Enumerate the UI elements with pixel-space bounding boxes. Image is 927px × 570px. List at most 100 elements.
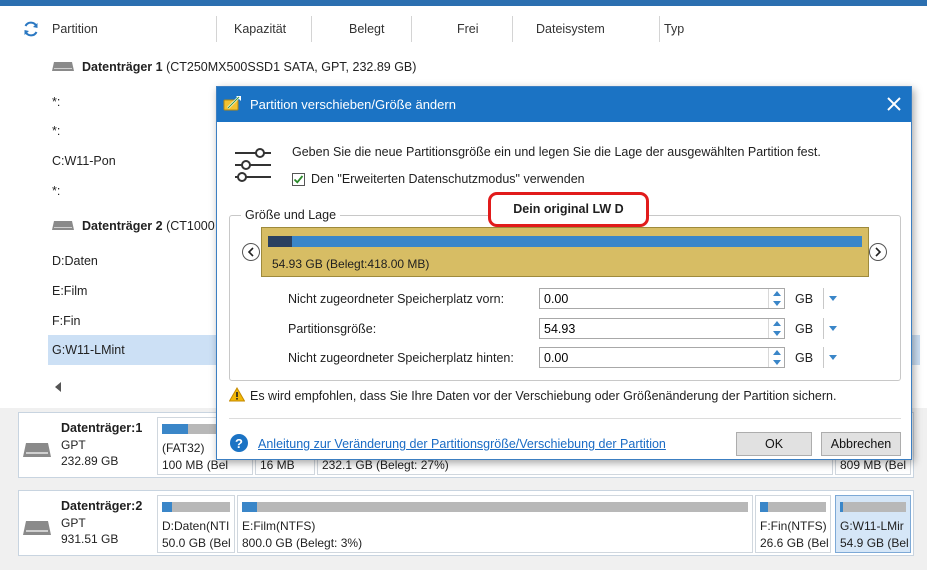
dialog-description: Geben Sie die neue Partitionsgröße ein u…	[292, 145, 821, 159]
partition-block[interactable]: F:Fin(NTFS) 26.6 GB (Bel	[755, 495, 831, 553]
partition-size: 50.0 GB (Bel	[162, 536, 231, 550]
help-icon[interactable]: ?	[229, 433, 249, 453]
usage-fill	[840, 502, 844, 512]
spinner[interactable]	[768, 348, 784, 367]
column-header-type[interactable]: Typ	[664, 14, 684, 44]
move-resize-icon	[223, 96, 241, 111]
partition-row[interactable]: *:	[52, 87, 60, 117]
move-left-button[interactable]	[242, 243, 260, 261]
partition-size: 16 MB	[260, 458, 295, 472]
disk-size: 232.89 GB	[61, 454, 119, 468]
column-header-partition[interactable]: Partition	[52, 14, 98, 44]
partition-row[interactable]: E:Film	[52, 276, 87, 306]
partition-row[interactable]: D:Daten	[52, 246, 98, 276]
unallocated-before-value[interactable]	[540, 289, 766, 308]
partition-label: E:Film(NTFS)	[242, 519, 316, 533]
partition-size-input[interactable]	[539, 318, 785, 339]
spinner[interactable]	[768, 289, 784, 308]
warning-icon	[229, 387, 245, 402]
partition-size-label: 54.93 GB (Belegt:418.00 MB)	[272, 257, 430, 271]
disk-name: Datenträger 2	[82, 219, 163, 233]
spinner[interactable]	[768, 319, 784, 338]
advanced-protection-label[interactable]: Den "Erweiterten Datenschutzmodus" verwe…	[311, 172, 585, 186]
unit-label: GB	[795, 292, 814, 306]
column-header-filesystem[interactable]: Dateisystem	[536, 14, 605, 44]
ok-button[interactable]: OK	[736, 432, 812, 456]
partition-row[interactable]: *:	[52, 116, 60, 146]
disk-name: Datenträger 1	[82, 60, 163, 74]
disk-info: (CT250MX500SSD1 SATA, GPT, 232.89 GB)	[166, 60, 417, 74]
disk-icon	[23, 443, 51, 457]
disk-icon	[52, 62, 74, 72]
unallocated-after-value[interactable]	[540, 348, 766, 367]
backup-warning: Es wird empfohlen, dass Sie Ihre Daten v…	[250, 389, 837, 403]
column-header-used[interactable]: Belegt	[349, 14, 384, 44]
partition-label: D:Daten(NTI	[162, 519, 230, 533]
column-separator	[512, 16, 513, 42]
partition-size-field-label: Partitionsgröße:	[288, 322, 377, 336]
advanced-protection-checkbox[interactable]	[292, 173, 305, 186]
partition-size-value[interactable]	[540, 319, 766, 338]
disk-row[interactable]: Datenträger 1 (CT250MX500SSD1 SATA, GPT,…	[52, 52, 416, 82]
checkmark-icon	[293, 175, 304, 184]
disk-info: (CT1000	[166, 219, 215, 233]
disk-type: GPT	[61, 516, 86, 530]
unallocated-before-input[interactable]	[539, 288, 785, 309]
partition-size: 26.6 GB (Bel	[760, 536, 829, 550]
disk-name: Datenträger:1	[61, 421, 143, 435]
divider	[229, 418, 901, 419]
usage-fill	[760, 502, 768, 512]
move-resize-dialog: Partition verschieben/Größe ändern Geben…	[216, 86, 912, 460]
close-icon[interactable]	[885, 95, 903, 113]
partition-block[interactable]: E:Film(NTFS) 800.0 GB (Belegt: 3%)	[237, 495, 753, 553]
refresh-icon[interactable]	[22, 20, 40, 38]
column-header-free[interactable]: Frei	[457, 14, 479, 44]
disk-name: Datenträger:2	[61, 499, 143, 513]
column-separator	[216, 16, 217, 42]
partition-size: 100 MB (Bel	[162, 458, 229, 472]
column-separator	[311, 16, 312, 42]
unallocated-after-input[interactable]	[539, 347, 785, 368]
column-separator	[659, 16, 660, 42]
dialog-title-bar[interactable]: Partition verschieben/Größe ändern	[217, 87, 911, 122]
column-header-capacity[interactable]: Kapazität	[234, 14, 286, 44]
partition-row-selected[interactable]: G:W11-LMint	[52, 335, 125, 365]
cancel-button[interactable]: Abbrechen	[821, 432, 901, 456]
partition-resize-box[interactable]: 54.93 GB (Belegt:418.00 MB)	[261, 227, 869, 277]
dropdown-arrow-icon[interactable]	[829, 296, 837, 301]
partition-block[interactable]: D:Daten(NTI 50.0 GB (Bel	[157, 495, 235, 553]
disk-size: 931.51 GB	[61, 532, 119, 546]
partition-label: (FAT32)	[162, 441, 205, 455]
usage-fill	[242, 502, 258, 512]
used-space-fill	[268, 236, 292, 247]
unit-label: GB	[795, 322, 814, 336]
partition-row[interactable]: *:	[52, 176, 60, 206]
dropdown-arrow-icon[interactable]	[829, 326, 837, 331]
dropdown-arrow-icon[interactable]	[829, 355, 837, 360]
partition-usage-bar	[268, 236, 862, 247]
spinner-arrows-icon	[773, 291, 781, 306]
disk-map-2: Datenträger:2 GPT 931.51 GB D:Daten(NTI …	[18, 490, 914, 556]
spinner-arrows-icon	[773, 321, 781, 336]
move-right-button[interactable]	[869, 243, 887, 261]
unit-label: GB	[795, 351, 814, 365]
partition-row[interactable]: F:Fin	[52, 306, 80, 336]
disk-info-block[interactable]: Datenträger:2 GPT 931.51 GB	[19, 491, 157, 555]
partition-label: G:W11-LMir	[840, 519, 904, 533]
disk-row[interactable]: Datenträger 2 (CT1000	[52, 211, 215, 241]
usage-fill	[162, 424, 188, 434]
red-annotation: Dein original LW D	[488, 192, 649, 227]
disk-icon	[23, 521, 51, 535]
scroll-left-arrow-icon[interactable]	[54, 382, 62, 392]
disk-info-block[interactable]: Datenträger:1 GPT 232.89 GB	[19, 413, 157, 477]
partition-size: 232.1 GB (Belegt: 27%)	[322, 458, 449, 472]
help-link[interactable]: Anleitung zur Veränderung der Partitions…	[258, 437, 666, 451]
svg-text:?: ?	[235, 436, 243, 451]
partition-block-selected[interactable]: G:W11-LMir 54.9 GB (Bel	[835, 495, 911, 553]
partition-row[interactable]: C:W11-Pon	[52, 146, 116, 176]
group-title: Größe und Lage	[241, 208, 341, 222]
usage-fill	[162, 502, 173, 512]
partition-size: 800.0 GB (Belegt: 3%)	[242, 536, 363, 550]
partition-size: 809 MB (Bel	[840, 458, 907, 472]
chevron-right-icon	[875, 247, 882, 257]
